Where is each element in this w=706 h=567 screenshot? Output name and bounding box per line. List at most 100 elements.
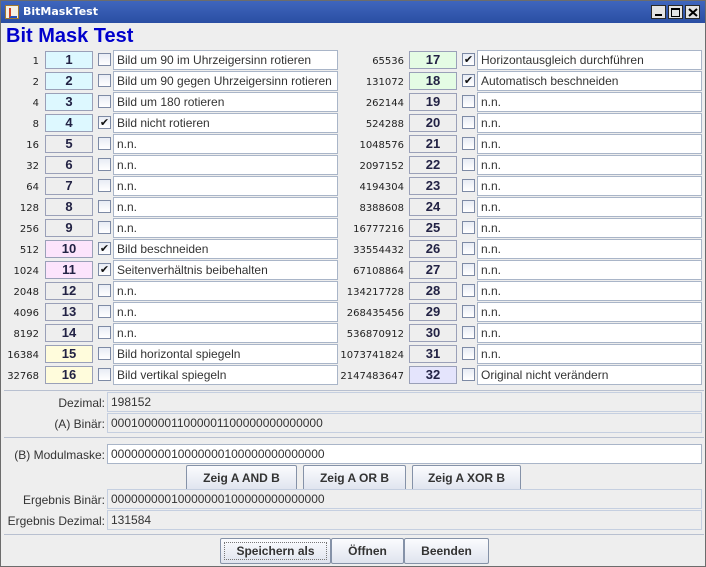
bit-index-box: 26	[409, 240, 457, 258]
bit-index-box: 24	[409, 198, 457, 216]
bit-description-field[interactable]: n.n.	[477, 134, 702, 154]
bit-row: 536870912 30 n.n.	[1, 323, 706, 344]
bit-index-box: 32	[409, 366, 457, 384]
bit-index-box: 17	[409, 51, 457, 69]
bit-index-box: 23	[409, 177, 457, 195]
bit-description-field[interactable]: Horizontausgleich durchführen	[477, 50, 702, 70]
bit-decimal-value: 8388608	[359, 203, 404, 214]
bit-checkbox[interactable]	[462, 95, 475, 108]
bit-decimal-value: 1048576	[359, 140, 404, 151]
exit-button[interactable]: Beenden	[404, 538, 489, 564]
bit-description-field[interactable]: n.n.	[477, 176, 702, 196]
bit-row: 67108864 27 n.n.	[1, 260, 706, 281]
bit-description-field[interactable]: n.n.	[477, 218, 702, 238]
bit-index-box: 21	[409, 135, 457, 153]
title-bar: BitMaskTest	[1, 1, 705, 23]
bit-description-field[interactable]: n.n.	[477, 302, 702, 322]
close-icon	[688, 8, 698, 17]
bit-description-field[interactable]: n.n.	[477, 281, 702, 301]
bit-row: 33554432 26 n.n.	[1, 239, 706, 260]
bit-row: 1073741824 31 n.n.	[1, 344, 706, 365]
bit-decimal-value: 131072	[365, 77, 404, 88]
close-button[interactable]	[685, 5, 700, 19]
bit-decimal-value: 33554432	[353, 245, 404, 256]
result-decimal-label: Ergebnis Dezimal:	[7, 514, 105, 528]
bit-index-box: 27	[409, 261, 457, 279]
bit-checkbox[interactable]	[462, 179, 475, 192]
window-title: BitMaskTest	[23, 5, 98, 18]
bit-index-box: 31	[409, 345, 457, 363]
bit-description-field[interactable]: n.n.	[477, 344, 702, 364]
bit-row: 4194304 23 n.n.	[1, 176, 706, 197]
bit-checkbox[interactable]	[462, 284, 475, 297]
bit-index-box: 30	[409, 324, 457, 342]
bit-description-field[interactable]: Automatisch beschneiden	[477, 71, 702, 91]
bit-decimal-value: 268435456	[346, 308, 404, 319]
and-button[interactable]: Zeig A AND B	[186, 465, 297, 491]
bit-row: 268435456 29 n.n.	[1, 302, 706, 323]
bit-decimal-value: 65536	[372, 56, 404, 67]
binary-a-value-field: 00010000011000001100000000000000	[107, 413, 702, 433]
bit-index-box: 18	[409, 72, 457, 90]
open-button[interactable]: Öffnen	[331, 538, 404, 564]
bit-decimal-value: 2147483647	[340, 371, 404, 382]
minimize-button[interactable]	[651, 5, 666, 19]
save-as-button[interactable]: Speichern als	[220, 538, 331, 564]
bit-checkbox[interactable]	[462, 326, 475, 339]
result-binary-label: Ergebnis Binär:	[22, 493, 105, 507]
bit-checkbox[interactable]	[462, 200, 475, 213]
bit-decimal-value: 134217728	[346, 287, 404, 298]
bit-row: 16777216 25 n.n.	[1, 218, 706, 239]
bit-row: 262144 19 n.n.	[1, 92, 706, 113]
bit-description-field[interactable]: Original nicht verändern	[477, 365, 702, 385]
bit-checkbox[interactable]	[462, 221, 475, 234]
binary-a-label: (A) Binär:	[54, 417, 105, 431]
bit-description-field[interactable]: n.n.	[477, 197, 702, 217]
bit-decimal-value: 67108864	[353, 266, 404, 277]
bit-checkbox[interactable]	[462, 305, 475, 318]
bit-checkbox[interactable]	[462, 242, 475, 255]
bit-checkbox[interactable]	[462, 347, 475, 360]
bit-checkbox-checked[interactable]: ✔	[462, 74, 475, 87]
decimal-label: Dezimal:	[58, 396, 105, 410]
bit-index-box: 29	[409, 303, 457, 321]
bit-description-field[interactable]: n.n.	[477, 323, 702, 343]
bit-checkbox[interactable]	[462, 137, 475, 150]
bit-index-box: 22	[409, 156, 457, 174]
bit-row: 131072 18 ✔ Automatisch beschneiden	[1, 71, 706, 92]
bit-description-field[interactable]: n.n.	[477, 113, 702, 133]
divider	[4, 390, 704, 391]
result-decimal-field: 131584	[107, 510, 702, 530]
bit-checkbox[interactable]	[462, 263, 475, 276]
page-title: Bit Mask Test	[6, 25, 134, 47]
decimal-value-field: 198152	[107, 392, 702, 412]
bit-decimal-value: 1073741824	[340, 350, 404, 361]
bit-description-field[interactable]: n.n.	[477, 260, 702, 280]
module-mask-input[interactable]: 00000000010000000100000000000000	[107, 444, 702, 464]
bit-index-box: 25	[409, 219, 457, 237]
application-window: BitMaskTest Bit Mask Test 1 1 Bild um 90 i…	[0, 0, 706, 567]
bit-decimal-value: 262144	[365, 98, 404, 109]
xor-button[interactable]: Zeig A XOR B	[412, 465, 521, 491]
bit-checkbox-checked[interactable]: ✔	[462, 53, 475, 66]
bit-checkbox[interactable]	[462, 116, 475, 129]
bit-row: 134217728 28 n.n.	[1, 281, 706, 302]
bit-description-field[interactable]: n.n.	[477, 155, 702, 175]
bit-decimal-value: 16777216	[353, 224, 404, 235]
bit-row: 2097152 22 n.n.	[1, 155, 706, 176]
bit-row: 8388608 24 n.n.	[1, 197, 706, 218]
bit-decimal-value: 536870912	[346, 329, 404, 340]
result-binary-field: 00000000010000000100000000000000	[107, 489, 702, 509]
bit-decimal-value: 4194304	[359, 182, 404, 193]
bit-row: 65536 17 ✔ Horizontausgleich durchführen	[1, 50, 706, 71]
bit-description-field[interactable]: n.n.	[477, 239, 702, 259]
or-button[interactable]: Zeig A OR B	[303, 465, 406, 491]
java-app-icon	[5, 5, 19, 19]
bit-decimal-value: 2097152	[359, 161, 404, 172]
bit-description-field[interactable]: n.n.	[477, 92, 702, 112]
maximize-button[interactable]	[668, 5, 683, 19]
bit-row: 1048576 21 n.n.	[1, 134, 706, 155]
bit-checkbox[interactable]	[462, 158, 475, 171]
bit-decimal-value: 524288	[365, 119, 404, 130]
bit-checkbox[interactable]	[462, 368, 475, 381]
